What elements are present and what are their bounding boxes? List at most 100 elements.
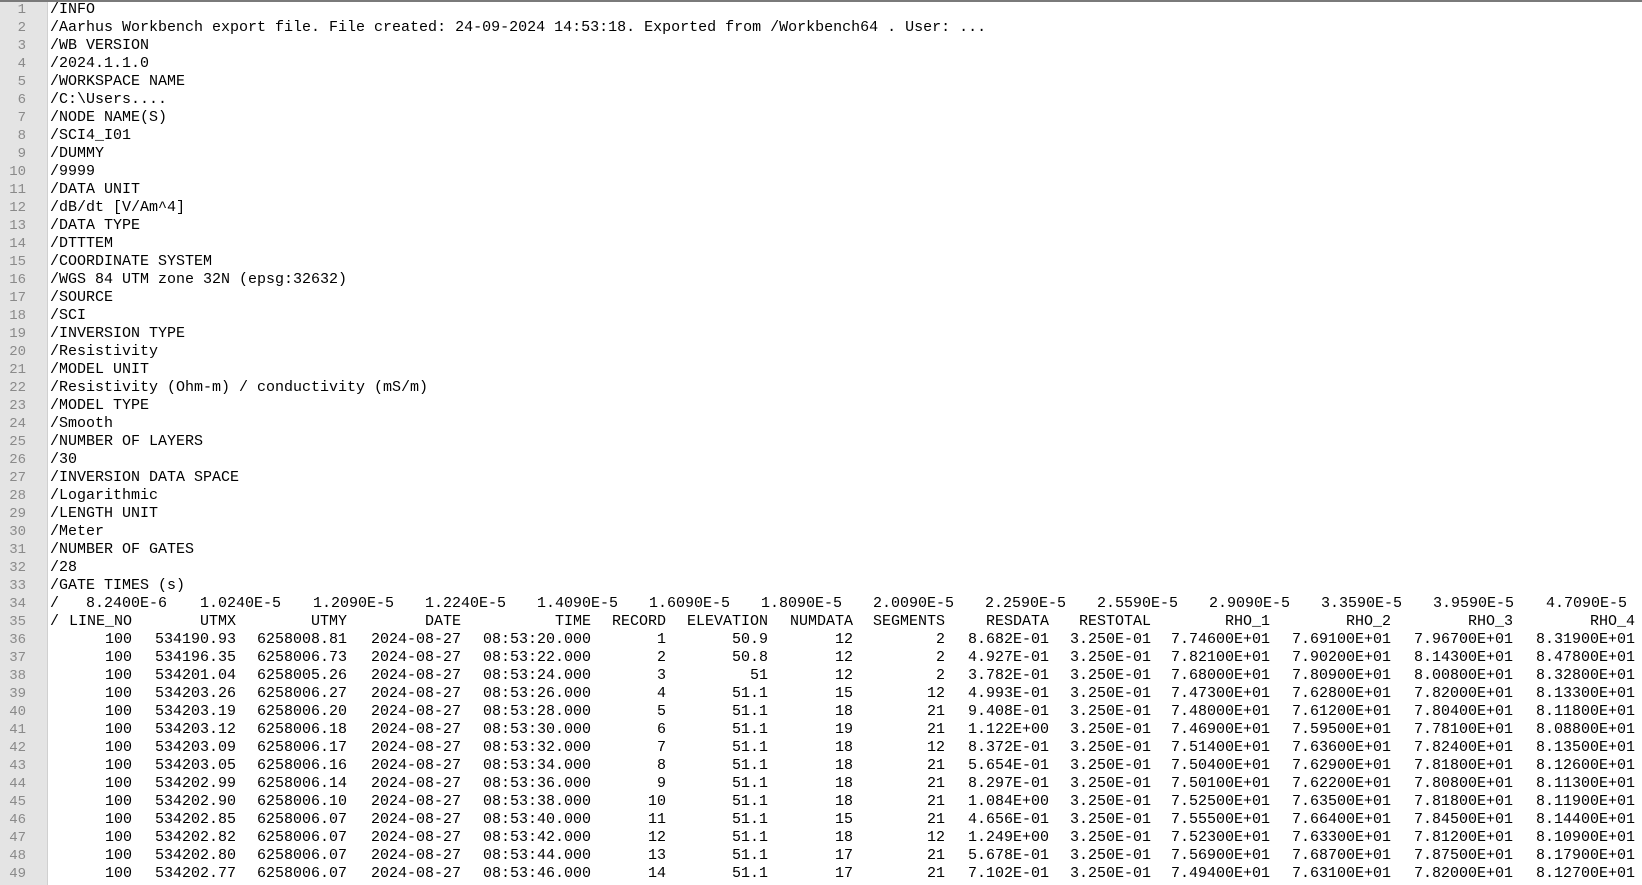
data-cell: 6258006.20: [256, 703, 347, 720]
data-row[interactable]: 42 100 534203.09 6258006.17 2024-08-27 08:53:…: [0, 739, 1642, 757]
header-line[interactable]: 31/NUMBER OF GATES: [0, 541, 1642, 559]
header-line[interactable]: 5/WORKSPACE NAME: [0, 73, 1642, 91]
text-editor[interactable]: 1/INFO 2/Aarhus Workbench export file. Fi…: [0, 0, 1642, 885]
gate-time-value: 1.0240E-5: [199, 595, 281, 612]
header-line[interactable]: 1/INFO: [0, 1, 1642, 19]
data-cell: 7.62800E+01: [1291, 685, 1391, 702]
header-line[interactable]: 27/INVERSION DATA SPACE: [0, 469, 1642, 487]
header-line[interactable]: 16/WGS 84 UTM zone 32N (epsg:32632): [0, 271, 1642, 289]
header-line-text: /COORDINATE SYSTEM: [50, 253, 213, 270]
header-line[interactable]: 24/Smooth: [0, 415, 1642, 433]
data-cell: 21: [926, 721, 945, 738]
data-row[interactable]: 38 100 534201.04 6258005.26 2024-08-27 08:53:…: [0, 667, 1642, 685]
header-line[interactable]: 3/WB VERSION: [0, 37, 1642, 55]
line-number: 12: [9, 200, 26, 216]
header-line[interactable]: 12/dB/dt [V/Am^4]: [0, 199, 1642, 217]
header-line[interactable]: 15/COORDINATE SYSTEM: [0, 253, 1642, 271]
gate-time-value: 1.8090E-5: [760, 595, 842, 612]
column-header: RHO_4: [1589, 613, 1635, 630]
gate-times-line[interactable]: 34 / 8.2400E-6 1.0240E-5 1.2090E-5 1.2240E-5 1…: [0, 595, 1642, 613]
header-line[interactable]: 32/28: [0, 559, 1642, 577]
data-cell: 3.250E-01: [1069, 865, 1151, 882]
data-row[interactable]: 46 100 534202.85 6258006.07 2024-08-27 08:53:…: [0, 811, 1642, 829]
header-line[interactable]: 4/2024.1.1.0: [0, 55, 1642, 73]
data-cell: 15: [834, 685, 853, 702]
data-cell: 2024-08-27: [370, 667, 461, 684]
data-cell: 12: [926, 739, 945, 756]
header-line[interactable]: 25/NUMBER OF LAYERS: [0, 433, 1642, 451]
data-row[interactable]: 41 100 534203.12 6258006.18 2024-08-27 08:53:…: [0, 721, 1642, 739]
data-row[interactable]: 49 100 534202.77 6258006.07 2024-08-27 08:53:…: [0, 865, 1642, 883]
data-cell: 3.250E-01: [1069, 685, 1151, 702]
data-row[interactable]: 39 100 534203.26 6258006.27 2024-08-27 08:53:…: [0, 685, 1642, 703]
data-row[interactable]: 36 100 534190.93 6258008.81 2024-08-27 08:53:…: [0, 631, 1642, 649]
header-line-text: /NUMBER OF GATES: [50, 541, 195, 558]
data-row[interactable]: 40 100 534203.19 6258006.20 2024-08-27 08:53:…: [0, 703, 1642, 721]
header-line[interactable]: 9/DUMMY: [0, 145, 1642, 163]
data-row[interactable]: 37 100 534196.35 6258006.73 2024-08-27 08:53:…: [0, 649, 1642, 667]
header-line[interactable]: 30/Meter: [0, 523, 1642, 541]
data-cell: 3.782E-01: [967, 667, 1049, 684]
data-cell: 2024-08-27: [370, 775, 461, 792]
header-line[interactable]: 6/C:\Users....: [0, 91, 1642, 109]
header-line[interactable]: 11/DATA UNIT: [0, 181, 1642, 199]
data-cell: 8.682E-01: [967, 631, 1049, 648]
header-line[interactable]: 13/DATA TYPE: [0, 217, 1642, 235]
header-line[interactable]: 18/SCI: [0, 307, 1642, 325]
line-number: 3: [17, 38, 26, 54]
header-line[interactable]: 26/30: [0, 451, 1642, 469]
header-line[interactable]: 29/LENGTH UNIT: [0, 505, 1642, 523]
data-cell: 7.59500E+01: [1291, 721, 1391, 738]
data-cell: 08:53:36.000: [482, 775, 591, 792]
header-line[interactable]: 14/DTTTEM: [0, 235, 1642, 253]
data-row[interactable]: 45 100 534202.90 6258006.10 2024-08-27 08:53:…: [0, 793, 1642, 811]
header-line[interactable]: 33/GATE TIMES (s): [0, 577, 1642, 595]
text-lines[interactable]: 1/INFO 2/Aarhus Workbench export file. Fi…: [0, 1, 1642, 883]
header-line[interactable]: 10/9999: [0, 163, 1642, 181]
header-line[interactable]: 28/Logarithmic: [0, 487, 1642, 505]
header-line[interactable]: 23/MODEL TYPE: [0, 397, 1642, 415]
header-line[interactable]: 2/Aarhus Workbench export file. File cre…: [0, 19, 1642, 37]
data-cell: 9.408E-01: [967, 703, 1049, 720]
data-cell: 100: [104, 811, 132, 828]
data-cell: 5.678E-01: [967, 847, 1049, 864]
gate-time-value: 8.2400E-6: [85, 595, 167, 612]
data-cell: 5.654E-01: [967, 757, 1049, 774]
column-header: TIME: [554, 613, 591, 630]
data-cell: 100: [104, 703, 132, 720]
data-cell: 18: [834, 703, 853, 720]
data-row[interactable]: 43 100 534203.05 6258006.16 2024-08-27 08:53:…: [0, 757, 1642, 775]
line-number: 6: [17, 92, 26, 108]
column-header-line[interactable]: 35 / LINE_NO UTMX UTMY DATE TIME RECORD ELEVATIO…: [0, 613, 1642, 631]
header-line[interactable]: 17/SOURCE: [0, 289, 1642, 307]
data-cell: 2024-08-27: [370, 685, 461, 702]
header-line-text: /dB/dt [V/Am^4]: [50, 199, 186, 216]
header-line[interactable]: 20/Resistivity: [0, 343, 1642, 361]
line-number: 47: [9, 830, 26, 846]
header-line[interactable]: 21/MODEL UNIT: [0, 361, 1642, 379]
data-cell: 2024-08-27: [370, 865, 461, 882]
data-cell: 6258006.07: [256, 865, 347, 882]
data-cell: 14: [647, 865, 666, 882]
data-cell: 2024-08-27: [370, 649, 461, 666]
data-cell: 8.17900E+01: [1535, 847, 1635, 864]
line-number: 9: [17, 146, 26, 162]
header-line[interactable]: 8/SCI4_I01: [0, 127, 1642, 145]
data-row[interactable]: 48 100 534202.80 6258006.07 2024-08-27 08:53:…: [0, 847, 1642, 865]
data-cell: 12: [647, 829, 666, 846]
header-line[interactable]: 19/INVERSION TYPE: [0, 325, 1642, 343]
data-row[interactable]: 44 100 534202.99 6258006.14 2024-08-27 08:53:…: [0, 775, 1642, 793]
line-number: 27: [9, 470, 26, 486]
line-number: 15: [9, 254, 26, 270]
header-line[interactable]: 22/Resistivity (Ohm-m) / conductivity (m…: [0, 379, 1642, 397]
data-row[interactable]: 47 100 534202.82 6258006.07 2024-08-27 08:53:…: [0, 829, 1642, 847]
gate-time-value: 2.5590E-5: [1096, 595, 1178, 612]
data-cell: 7.96700E+01: [1413, 631, 1513, 648]
data-cell: 12: [834, 631, 853, 648]
header-line-text: /GATE TIMES (s): [50, 577, 186, 594]
data-cell: 8.13300E+01: [1535, 685, 1635, 702]
data-cell: 4.656E-01: [967, 811, 1049, 828]
header-line[interactable]: 7/NODE NAME(S): [0, 109, 1642, 127]
data-cell: 7.52300E+01: [1170, 829, 1270, 846]
line-number: 1: [17, 2, 26, 18]
